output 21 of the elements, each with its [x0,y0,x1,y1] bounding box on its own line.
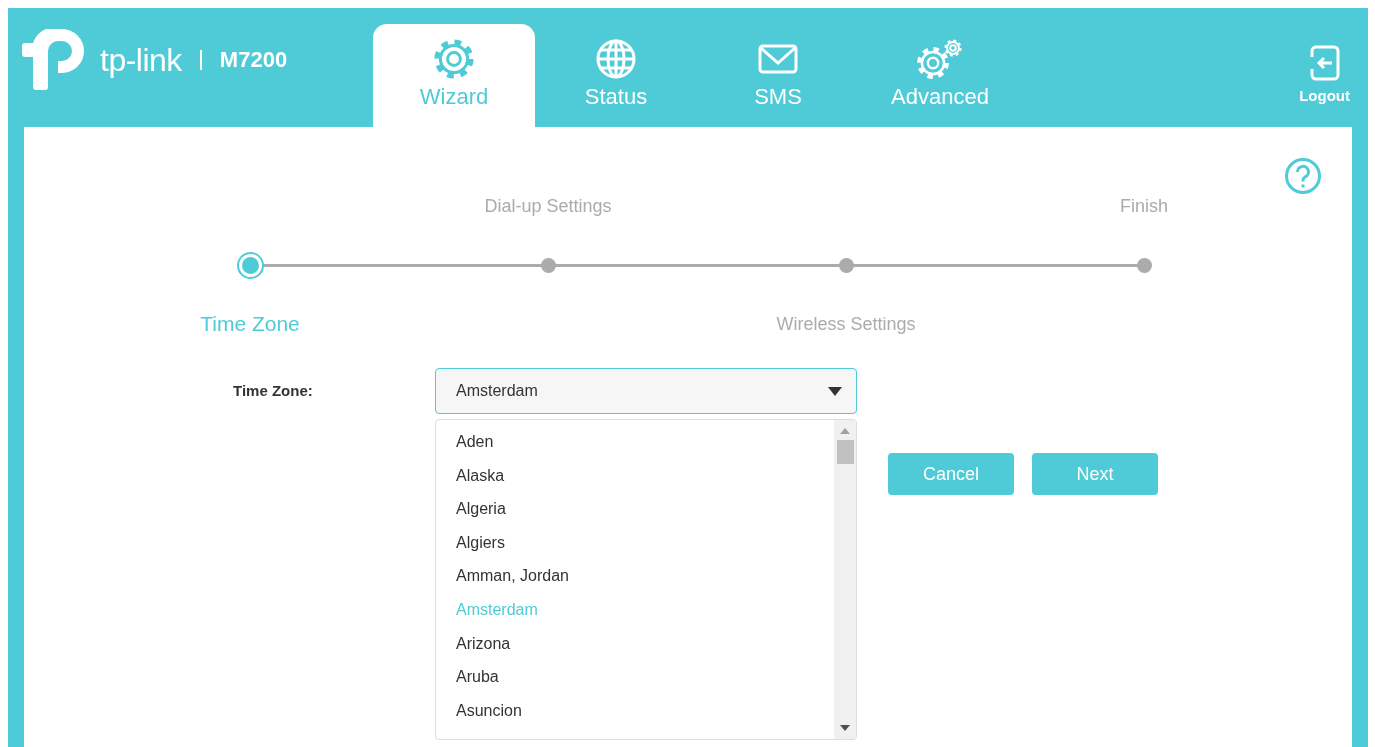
time-zone-dropdown[interactable]: Amsterdam [435,368,857,414]
scrollbar[interactable] [834,420,856,739]
gear-icon [433,38,475,80]
step-label: Dial-up Settings [484,195,612,217]
dropdown-option[interactable]: Asuncion [436,693,834,728]
caret-icon [828,386,842,396]
dropdown-option[interactable]: Arizona [436,626,834,661]
field-label: Time Zone: [232,381,314,401]
dropdown-option[interactable]: Alaska [436,458,834,493]
dropdown-option[interactable]: Algiers [436,525,834,560]
dropdown-option[interactable]: Amman, Jordan [436,559,834,593]
help-icon[interactable] [1284,157,1322,195]
globe-icon [595,38,637,80]
dropdown-option[interactable]: Aruba [436,660,834,694]
dropdown-option[interactable]: Aden [436,425,834,459]
step-label: Wireless Settings [776,313,916,335]
dropdown-option[interactable]: Algeria [436,492,834,526]
brand-logo-text: tp-link [100,41,182,79]
step-label: Time Zone [200,312,300,336]
model-name: M7200 [219,47,288,73]
step-label: Finish [1120,195,1168,217]
